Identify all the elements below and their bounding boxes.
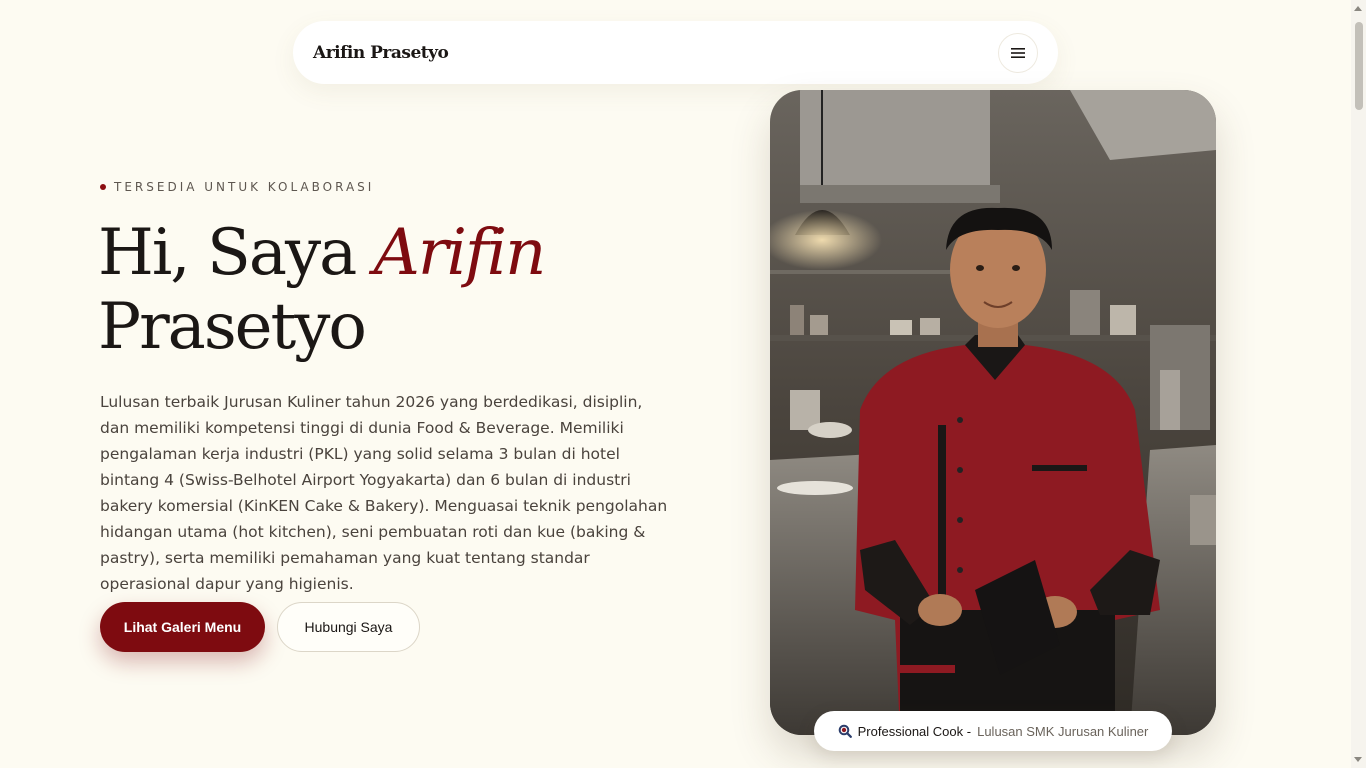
scrollbar-thumb[interactable] [1355, 22, 1363, 110]
brand-logo[interactable]: Arifin Prasetyo [313, 43, 449, 63]
headline-greeting: Hi, Saya [98, 216, 357, 290]
page-scrollbar[interactable] [1351, 0, 1366, 768]
headline-last-name: Prasetyo [98, 290, 367, 364]
availability-text: TERSEDIA UNTUK KOLABORASI [114, 180, 375, 194]
hero-description: Lulusan terbaik Jurusan Kuliner tahun 20… [100, 393, 668, 593]
scroll-up-arrow-icon[interactable] [1354, 6, 1362, 11]
profession-badge: Professional Cook - Lulusan SMK Jurusan … [814, 711, 1172, 751]
scroll-down-arrow-icon[interactable] [1354, 757, 1362, 762]
page: Arifin Prasetyo TERSEDIA UNTUK KOLABORAS… [0, 0, 1366, 768]
navbar: Arifin Prasetyo [293, 21, 1058, 84]
badge-subtitle: Lulusan SMK Jurusan Kuliner [977, 723, 1149, 739]
chef-portrait-illustration [770, 90, 1216, 735]
menu-button[interactable] [998, 32, 1038, 73]
status-dot [100, 184, 106, 190]
search-icon [838, 724, 852, 738]
hamburger-menu-icon [1011, 47, 1025, 58]
badge-title: Professional Cook - [857, 723, 972, 739]
availability-label: TERSEDIA UNTUK KOLABORASI [100, 180, 374, 194]
headline-first-name: Arifin [373, 216, 547, 290]
chef-photo [770, 90, 1216, 735]
hero-headline: Hi, Saya Arifin Prasetyo [98, 216, 547, 364]
contact-me-button[interactable]: Hubungi Saya [277, 602, 420, 652]
view-menu-gallery-button[interactable]: Lihat Galeri Menu [100, 602, 265, 652]
